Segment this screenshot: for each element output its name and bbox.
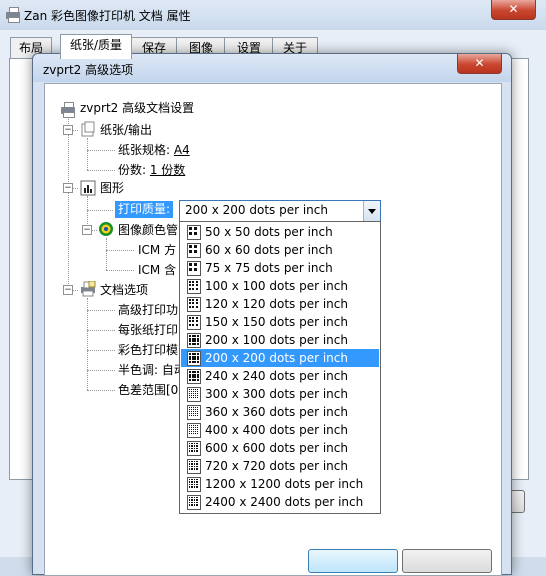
resolution-icon: [187, 405, 201, 420]
resolution-icon: [187, 495, 201, 510]
tab-paper-quality[interactable]: 纸张/质量: [60, 34, 132, 59]
color-management-icon: [98, 221, 114, 237]
print-quality-value: 200 x 200 dots per inch: [185, 203, 328, 217]
dropdown-option[interactable]: 1200 x 1200 dots per inch: [181, 475, 379, 493]
resolution-icon: [187, 297, 201, 312]
paper-icon: [80, 121, 96, 137]
dropdown-option[interactable]: 2400 x 2400 dots per inch: [181, 493, 379, 511]
tree-paper-size[interactable]: 纸张规格: A4: [118, 142, 190, 158]
resolution-icon: [187, 333, 201, 348]
collapse-icon[interactable]: −: [82, 225, 92, 235]
resolution-icon: [187, 225, 201, 240]
dropdown-option[interactable]: 300 x 300 dots per inch: [181, 385, 379, 403]
dropdown-option[interactable]: 100 x 100 dots per inch: [181, 277, 379, 295]
dropdown-option[interactable]: 120 x 120 dots per inch: [181, 295, 379, 313]
dropdown-option[interactable]: 75 x 75 dots per inch: [181, 259, 379, 277]
dropdown-option-label: 50 x 50 dots per inch: [205, 225, 333, 239]
dropdown-option-label: 120 x 120 dots per inch: [205, 297, 348, 311]
dropdown-option[interactable]: 150 x 150 dots per inch: [181, 313, 379, 331]
tree-root-label[interactable]: zvprt2 高级文档设置: [80, 100, 194, 116]
dropdown-option-label: 200 x 100 dots per inch: [205, 333, 348, 347]
dropdown-option-label: 400 x 400 dots per inch: [205, 423, 348, 437]
resolution-icon: [187, 477, 201, 492]
dialog-close-button[interactable]: ✕: [457, 54, 502, 74]
dropdown-option[interactable]: 400 x 400 dots per inch: [181, 421, 379, 439]
tree-doc-option[interactable]: 色差范围[0: [118, 382, 178, 398]
tree-paper-output[interactable]: 纸张/输出: [100, 122, 152, 138]
resolution-icon: [187, 441, 201, 456]
print-quality-select[interactable]: 200 x 200 dots per inch: [179, 200, 381, 222]
dropdown-arrow-icon[interactable]: [363, 201, 380, 221]
dropdown-option[interactable]: 60 x 60 dots per inch: [181, 241, 379, 259]
resolution-icon: [187, 243, 201, 258]
properties-titlebar[interactable]: Zan 彩色图像打印机 文档 属性 ✕: [0, 0, 546, 30]
resolution-icon: [187, 423, 201, 438]
resolution-icon: [187, 279, 201, 294]
dropdown-option[interactable]: 240 x 240 dots per inch: [181, 367, 379, 385]
printer-icon: [5, 7, 21, 23]
resolution-icon: [187, 369, 201, 384]
dropdown-option-label: 240 x 240 dots per inch: [205, 369, 348, 383]
dropdown-option[interactable]: 720 x 720 dots per inch: [181, 457, 379, 475]
document-options-icon: [80, 280, 96, 297]
dropdown-option[interactable]: 600 x 600 dots per inch: [181, 439, 379, 457]
tree-graphics[interactable]: 图形: [100, 180, 124, 196]
dropdown-option[interactable]: 50 x 50 dots per inch: [181, 223, 379, 241]
tree-doc-option[interactable]: 高级打印功: [118, 302, 178, 318]
dropdown-option-label: 75 x 75 dots per inch: [205, 261, 333, 275]
resolution-icon: [187, 315, 201, 330]
dropdown-option[interactable]: 200 x 100 dots per inch: [181, 331, 379, 349]
properties-close-button[interactable]: ✕: [491, 0, 536, 20]
ok-button[interactable]: [308, 549, 398, 573]
tree-doc-option[interactable]: 每张纸打印: [118, 322, 178, 338]
dropdown-option-label: 200 x 200 dots per inch: [205, 351, 348, 365]
cancel-button[interactable]: [402, 549, 492, 573]
tree-color-management[interactable]: 图像颜色管: [118, 222, 178, 238]
paper-size-value[interactable]: A4: [174, 143, 190, 157]
dropdown-option-label: 2400 x 2400 dots per inch: [205, 495, 364, 509]
resolution-icon: [187, 351, 201, 366]
collapse-icon[interactable]: −: [63, 285, 73, 295]
dropdown-option[interactable]: 360 x 360 dots per inch: [181, 403, 379, 421]
tree-copies[interactable]: 份数: 1 份数: [118, 162, 185, 178]
tree-doc-option[interactable]: 半色调: 自动: [118, 362, 186, 378]
tree-doc-option[interactable]: 彩色打印模: [118, 342, 178, 358]
graphics-icon: [80, 180, 96, 196]
collapse-icon[interactable]: −: [63, 183, 73, 193]
dialog-title: zvprt2 高级选项: [43, 63, 134, 77]
resolution-icon: [187, 459, 201, 474]
print-quality-dropdown: 50 x 50 dots per inch 60 x 60 dots per in…: [179, 221, 381, 514]
dropdown-option-label: 720 x 720 dots per inch: [205, 459, 348, 473]
dropdown-option[interactable]: 200 x 200 dots per inch: [181, 349, 379, 367]
printer-icon: [60, 102, 76, 118]
properties-window-title: Zan 彩色图像打印机 文档 属性: [24, 9, 191, 23]
dropdown-option-label: 600 x 600 dots per inch: [205, 441, 348, 455]
dropdown-option-label: 100 x 100 dots per inch: [205, 279, 348, 293]
dropdown-option-label: 60 x 60 dots per inch: [205, 243, 333, 257]
dropdown-option-label: 150 x 150 dots per inch: [205, 315, 348, 329]
print-quality-label[interactable]: 打印质量:: [115, 201, 174, 218]
copies-value[interactable]: 1 份数: [150, 163, 185, 177]
dropdown-option-label: 300 x 300 dots per inch: [205, 387, 348, 401]
resolution-icon: [187, 387, 201, 402]
collapse-icon[interactable]: −: [63, 125, 73, 135]
copies-label: 份数:: [118, 163, 150, 177]
tree-icm-intent[interactable]: ICM 含: [138, 262, 176, 278]
tree-icm-method[interactable]: ICM 方: [138, 242, 176, 258]
dropdown-option-label: 360 x 360 dots per inch: [205, 405, 348, 419]
tree-document-options[interactable]: 文档选项: [100, 282, 148, 298]
resolution-icon: [187, 261, 201, 276]
dropdown-option-label: 1200 x 1200 dots per inch: [205, 477, 364, 491]
paper-size-label: 纸张规格:: [118, 143, 174, 157]
